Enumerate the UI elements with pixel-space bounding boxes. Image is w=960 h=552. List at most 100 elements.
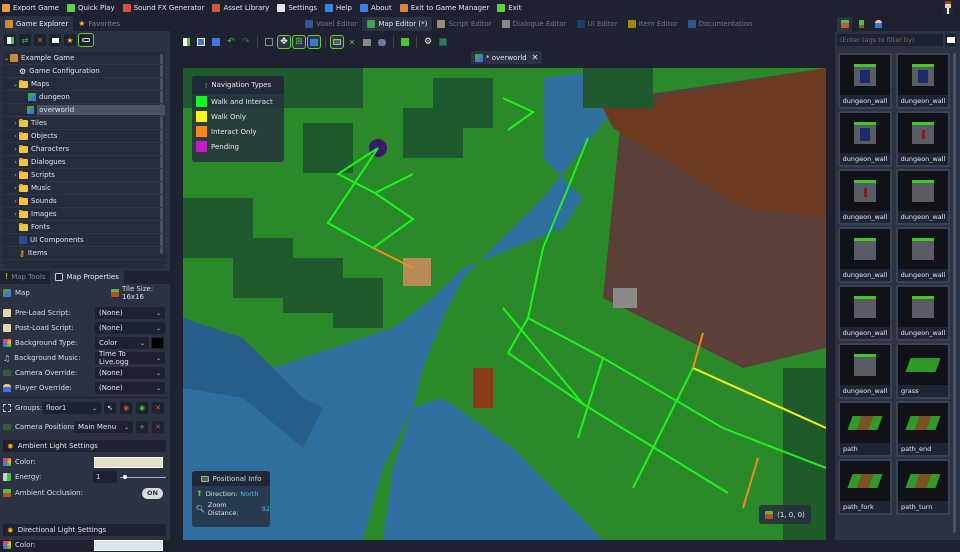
document-tab-overworld[interactable]: * overworld ✕ (471, 51, 543, 64)
menu-exit[interactable]: Exit (497, 1, 521, 15)
chevron-right-icon[interactable]: › (12, 198, 19, 205)
add-object-button[interactable] (399, 36, 411, 48)
camera-override-select[interactable]: (None) ⌄ (95, 367, 165, 379)
flag-tool-button[interactable] (307, 35, 321, 49)
map-viewport[interactable]: ⁞ Navigation Types Walk and Interact Walk … (183, 68, 826, 540)
tab-voxel-editor[interactable]: Voxel Editor (300, 17, 362, 31)
select-tool-button[interactable]: ⊞ (292, 35, 306, 49)
menu-asset-library[interactable]: Asset Library (212, 1, 269, 15)
tab-map-editor[interactable]: Map Editor (*) (362, 17, 433, 31)
tile-item[interactable]: dungeon_wall (896, 111, 950, 167)
undo-button[interactable]: ↶ (225, 36, 237, 48)
tree-item[interactable]: › Sounds (3, 195, 165, 208)
tile-item[interactable]: dungeon_wall (896, 227, 950, 283)
select-group-button[interactable]: ↖ (104, 402, 116, 414)
tree-item[interactable]: › Dialogues (3, 156, 165, 169)
post-load-script-select[interactable]: (None) ⌄ (95, 322, 165, 334)
link-button[interactable] (78, 33, 94, 47)
menu-help[interactable]: Help (325, 1, 352, 15)
chevron-right-icon[interactable]: › (12, 120, 19, 127)
tile-item[interactable]: path (838, 401, 892, 457)
tree-item[interactable]: Fonts (3, 221, 165, 234)
tab-ui-editor[interactable]: UI Editor (572, 17, 623, 31)
chevron-down-icon[interactable]: ⌄ (3, 55, 10, 62)
background-music-select[interactable]: Time To Live.ogg ⌄ (95, 350, 165, 366)
tab-favorites[interactable]: ★ Favorites (73, 16, 125, 31)
new-map-button[interactable] (180, 36, 192, 48)
menu-sound-fx-generator[interactable]: Sound FX Generator (122, 1, 204, 15)
energy-slider-handle[interactable] (123, 475, 127, 479)
energy-input[interactable]: 1 (93, 471, 117, 483)
hide-group-button[interactable]: ◉ (120, 402, 132, 414)
tab-item-editor[interactable]: Item Editor (623, 17, 683, 31)
chevron-right-icon[interactable]: › (12, 159, 19, 166)
tab-game-explorer[interactable]: Game Explorer (0, 16, 74, 31)
characters-tab[interactable] (871, 17, 886, 31)
ambient-color-swatch[interactable] (94, 456, 163, 468)
grid-button[interactable] (263, 36, 275, 48)
tile-grid-scrollbar[interactable] (953, 53, 956, 533)
camera-positions-select[interactable]: Main Menu ⌄ (74, 421, 133, 433)
camera-tool-button[interactable] (330, 35, 344, 49)
clear-filter-button[interactable] (945, 34, 957, 46)
chevron-right-icon[interactable]: › (12, 185, 19, 192)
map-view-button[interactable] (437, 36, 449, 48)
delete-camera-position-button[interactable]: ✕ (152, 421, 164, 433)
tile-item[interactable]: path_fork (838, 459, 892, 515)
tag-filter-input[interactable] (837, 34, 943, 46)
tile-item[interactable]: dungeon_wall (838, 111, 892, 167)
move-tool-button[interactable]: ✥ (277, 35, 291, 49)
tile-item[interactable]: dungeon_wall (838, 53, 892, 109)
chevron-down-icon[interactable]: ⌄ (12, 81, 19, 88)
tree-item[interactable]: › Tiles (3, 117, 165, 130)
tree-item[interactable]: overworld (3, 104, 165, 117)
ambient-occlusion-toggle[interactable]: ON (142, 487, 163, 499)
copy-button[interactable] (210, 36, 222, 48)
objects-tab[interactable] (854, 17, 869, 31)
menu-quick-play[interactable]: Quick Play (66, 1, 115, 15)
player-override-select[interactable]: (None) ⌄ (95, 382, 165, 394)
directional-color-swatch[interactable] (94, 539, 163, 551)
nav-tool-button[interactable]: ✕ (346, 36, 358, 48)
favorite-button[interactable]: ★ (64, 34, 76, 46)
user-avatar[interactable] (942, 1, 954, 14)
tile-item[interactable]: dungeon_wall (838, 169, 892, 225)
chevron-right-icon[interactable]: › (12, 146, 19, 153)
tree-item[interactable]: dungeon (3, 91, 165, 104)
add-camera-position-button[interactable]: + (136, 421, 148, 433)
close-icon[interactable]: ✕ (532, 53, 539, 62)
chevron-right-icon[interactable]: › (12, 211, 19, 218)
tile-item[interactable]: dungeon_wall (838, 285, 892, 341)
settings-button[interactable]: ⚙ (422, 36, 434, 48)
tree-item[interactable]: ⌄ Maps (3, 78, 165, 91)
tab-dialogue-editor[interactable]: Dialogue Editor (497, 17, 572, 31)
tree-item[interactable]: ⚙ Game Configuration (3, 65, 165, 78)
menu-export-game[interactable]: Export Game (2, 1, 59, 15)
tile-item[interactable]: path_turn (896, 459, 950, 515)
tile-item[interactable]: dungeon_wall (896, 285, 950, 341)
tree-item[interactable]: ⚷ Items (3, 247, 165, 260)
tree-item[interactable]: › Music (3, 182, 165, 195)
tab-map-properties[interactable]: Map Properties (50, 269, 124, 284)
chevron-right-icon[interactable]: › (12, 133, 19, 140)
menu-settings[interactable]: Settings (277, 1, 317, 15)
menu-about[interactable]: About (360, 1, 392, 15)
tab-documentation[interactable]: Documentation (683, 17, 758, 31)
tree-item[interactable]: › Characters (3, 143, 165, 156)
tree-item[interactable]: › Scripts (3, 169, 165, 182)
tile-item[interactable]: dungeon_wall (896, 53, 950, 109)
tree-item[interactable]: UI Components (3, 234, 165, 247)
tree-item[interactable]: ⌄ Example Game (3, 52, 165, 65)
tab-map-tools[interactable]: ! Map Tools (0, 269, 50, 284)
tile-item[interactable]: path_end (896, 401, 950, 457)
refresh-button[interactable]: ⇄ (19, 34, 31, 46)
tile-item[interactable]: dungeon_wall (896, 169, 950, 225)
tiles-tab[interactable] (837, 16, 852, 31)
show-group-button[interactable]: ◉ (136, 402, 148, 414)
view-tool-button[interactable] (376, 36, 388, 48)
delete-group-button[interactable]: ✕ (152, 402, 164, 414)
redo-button[interactable]: ↷ (240, 36, 252, 48)
tree-item[interactable]: › Images (3, 208, 165, 221)
tile-item[interactable]: dungeon_wall (838, 227, 892, 283)
save-button[interactable] (195, 36, 207, 48)
